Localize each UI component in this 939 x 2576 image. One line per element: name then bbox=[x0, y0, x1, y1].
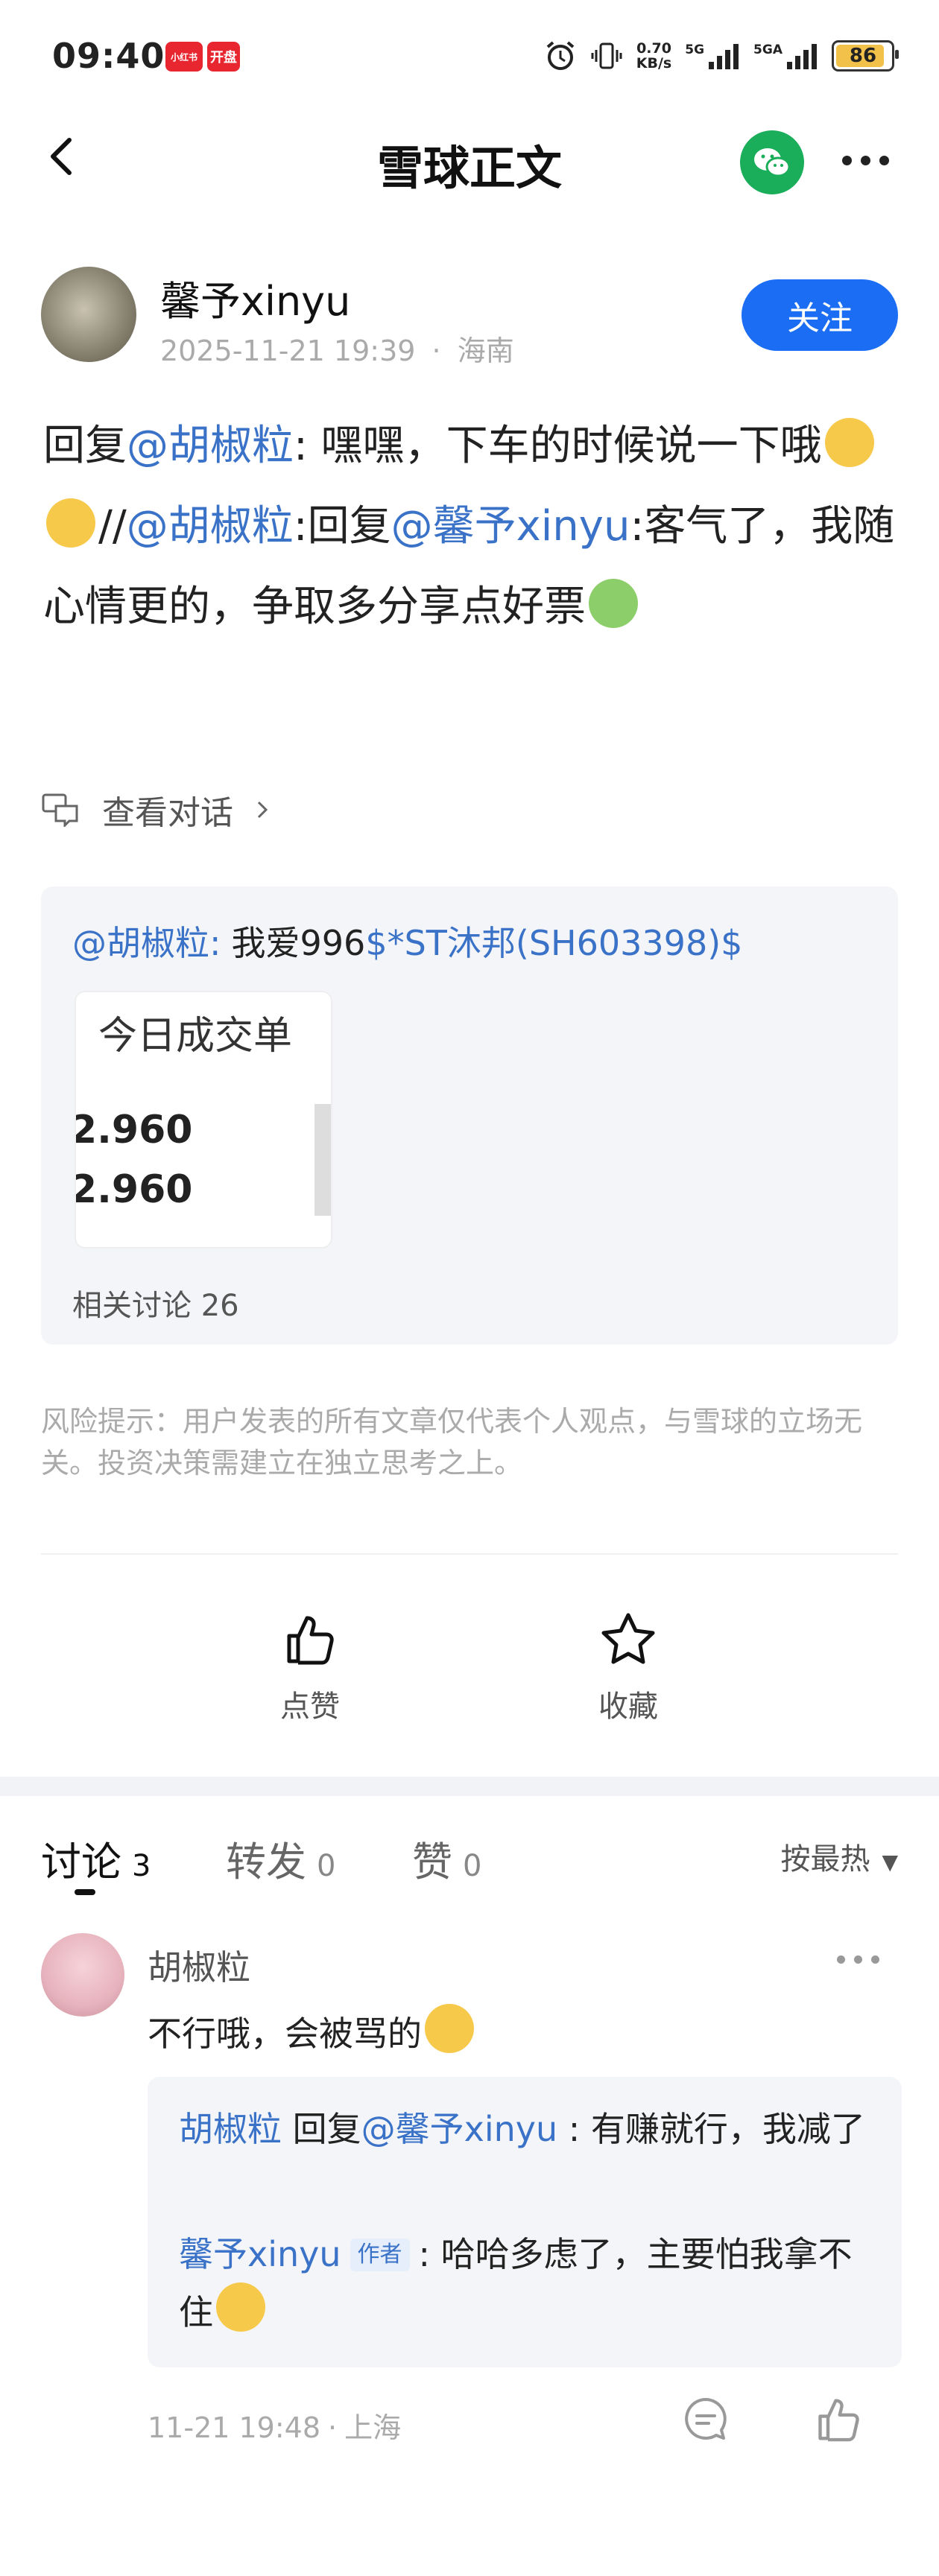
kaipan-badge-icon: 开盘 bbox=[207, 42, 240, 72]
vibrate-icon bbox=[591, 42, 622, 69]
post-text: // bbox=[98, 502, 127, 551]
stock-link[interactable]: $*ST沐邦(SH603398)$ bbox=[365, 923, 742, 963]
conversation-icon bbox=[42, 793, 78, 827]
tab-count: 3 bbox=[132, 1849, 151, 1883]
reply-text: : 有赚就行，我减了 bbox=[568, 2109, 865, 2149]
comment-body: 不行哦，会被骂的 bbox=[148, 2014, 422, 2054]
image-title: 今日成交单 bbox=[98, 1014, 293, 1059]
image-scrollbar bbox=[314, 1104, 331, 1216]
mention-link[interactable]: @馨予xinyu bbox=[391, 502, 630, 551]
reply-verb: 回复 bbox=[292, 2109, 361, 2149]
tab-label: 赞 bbox=[412, 1839, 452, 1885]
status-bar: 09:40 小红书 开盘 0.70 KB/s 5G 5GA 86 bbox=[0, 0, 939, 112]
sim2-label: 5GA bbox=[753, 42, 782, 57]
alarm-icon bbox=[546, 41, 575, 70]
image-row: 2.960 bbox=[75, 1167, 193, 1212]
tab-repost[interactable]: 转发 0 bbox=[226, 1829, 335, 1888]
follow-button[interactable]: 关注 bbox=[742, 279, 898, 351]
comment-reply-button[interactable] bbox=[682, 2395, 730, 2443]
commenter-name[interactable]: 胡椒粒 bbox=[148, 1941, 250, 1990]
comment-time: 11-21 19:48 bbox=[148, 2411, 321, 2444]
comment-meta: 11-21 19:48 · 上海 bbox=[148, 2411, 402, 2444]
post-date: 2025-11-21 19:39 bbox=[160, 334, 416, 367]
mention-link[interactable]: @胡椒粒 bbox=[127, 502, 294, 551]
quoted-colon: : bbox=[209, 923, 221, 963]
signal-bars-icon bbox=[709, 44, 739, 69]
xiaohongshu-badge-icon: 小红书 bbox=[165, 42, 203, 72]
network-speed: 0.70 KB/s bbox=[636, 41, 671, 71]
signal-1: 5G bbox=[685, 42, 740, 69]
related-discussions[interactable]: 相关讨论 26 bbox=[72, 1281, 239, 1325]
post-location: 海南 bbox=[457, 334, 514, 367]
section-separator bbox=[0, 1777, 939, 1796]
thumbs-up-icon bbox=[287, 1616, 334, 1665]
net-speed-value: 0.70 bbox=[636, 40, 671, 57]
tab-count: 0 bbox=[463, 1849, 482, 1883]
status-time: 09:40 bbox=[52, 36, 165, 76]
image-row: 2.960 bbox=[75, 1108, 193, 1152]
like-action-button[interactable]: 点赞 bbox=[235, 1609, 385, 1725]
star-icon bbox=[601, 1613, 655, 1664]
comment-location: 上海 bbox=[344, 2411, 402, 2444]
reply-user[interactable]: 馨予xinyu bbox=[179, 2234, 341, 2274]
favorite-label: 收藏 bbox=[598, 1690, 658, 1724]
quoted-image[interactable]: 今日成交单 2.960 2.960 bbox=[75, 991, 332, 1249]
reply-target[interactable]: @馨予xinyu bbox=[361, 2109, 558, 2149]
active-tab-indicator bbox=[75, 1889, 95, 1895]
laugh-cry-emoji-icon bbox=[216, 2282, 265, 2332]
post-meta: 2025-11-21 19:39 · 海南 bbox=[160, 334, 514, 367]
quoted-post-card[interactable]: @胡椒粒: 我爱996$*ST沐邦(SH603398)$ 今日成交单 2.960 … bbox=[41, 886, 898, 1345]
view-conversation-link[interactable]: 查看对话 bbox=[41, 786, 271, 834]
author-badge: 作者 bbox=[350, 2239, 410, 2271]
comment-icon bbox=[685, 2398, 727, 2440]
comment-text: 不行哦，会被骂的 bbox=[148, 2004, 477, 2056]
author-name[interactable]: 馨予xinyu bbox=[160, 268, 350, 327]
net-speed-unit: KB/s bbox=[636, 55, 672, 72]
doge-emoji-icon bbox=[425, 2004, 474, 2053]
like-label: 点赞 bbox=[280, 1690, 340, 1724]
tab-discussion[interactable]: 讨论 3 bbox=[41, 1829, 151, 1888]
quoted-text: 我爱996 bbox=[231, 923, 366, 963]
expressionless-emoji-icon bbox=[824, 418, 874, 467]
favorite-action-button[interactable]: 收藏 bbox=[554, 1609, 703, 1725]
comment-more-button[interactable] bbox=[837, 1955, 879, 1964]
post-text: :回复 bbox=[293, 502, 391, 551]
tab-count: 0 bbox=[317, 1849, 336, 1883]
tab-likes[interactable]: 赞0 bbox=[412, 1829, 481, 1888]
reply-user[interactable]: 胡椒粒 bbox=[179, 2109, 282, 2149]
caret-down-icon: ▼ bbox=[882, 1850, 898, 1874]
signal-bars-icon bbox=[787, 44, 817, 69]
reply-item[interactable]: 馨予xinyu 作者: 哈哈多虑了，主要怕我拿不住 bbox=[179, 2226, 879, 2341]
mention-link[interactable]: @胡椒粒 bbox=[127, 422, 294, 470]
reply-item[interactable]: 胡椒粒 回复@馨予xinyu : 有赚就行，我减了 bbox=[179, 2101, 879, 2157]
view-conversation-label: 查看对话 bbox=[102, 794, 233, 832]
post-body: 回复@胡椒粒: 嘿嘿，下车的时候说一下哦//@胡椒粒:回复@馨予xinyu:客气… bbox=[43, 406, 900, 647]
divider bbox=[41, 1553, 898, 1555]
commenter-avatar[interactable] bbox=[41, 1933, 124, 2017]
wechat-share-button[interactable] bbox=[740, 130, 804, 194]
battery-level: 86 bbox=[849, 45, 877, 67]
author-avatar[interactable] bbox=[41, 267, 136, 362]
quoted-mention[interactable]: @胡椒粒 bbox=[72, 923, 209, 963]
money-dog-emoji-icon bbox=[589, 579, 638, 628]
sim1-label: 5G bbox=[685, 42, 705, 57]
battery-icon: 86 bbox=[832, 40, 899, 72]
status-right: 0.70 KB/s 5G 5GA 86 bbox=[544, 37, 899, 74]
post-text: : 嘿嘿，下车的时候说一下哦 bbox=[294, 422, 822, 470]
sort-dropdown[interactable]: 按最热 ▼ bbox=[780, 1835, 898, 1878]
tab-label: 转发 bbox=[226, 1839, 306, 1885]
wechat-icon bbox=[754, 148, 791, 177]
more-options-button[interactable] bbox=[842, 149, 902, 171]
signal-2: 5GA bbox=[753, 42, 818, 69]
grin-emoji-icon bbox=[46, 498, 95, 548]
sort-label: 按最热 bbox=[780, 1842, 870, 1877]
thumbs-up-icon bbox=[818, 2399, 859, 2442]
post-text: 回复 bbox=[43, 422, 127, 470]
tab-label: 讨论 bbox=[41, 1839, 121, 1885]
risk-notice: 风险提示：用户发表的所有文章仅代表个人观点，与雪球的立场无关。投资决策需建立在独… bbox=[41, 1405, 863, 1479]
quoted-post-text: @胡椒粒: 我爱996$*ST沐邦(SH603398)$ bbox=[72, 916, 742, 965]
chevron-right-icon bbox=[257, 801, 268, 819]
replies-box[interactable]: 胡椒粒 回复@馨予xinyu : 有赚就行，我减了 馨予xinyu 作者: 哈哈多… bbox=[148, 2077, 902, 2367]
comment-like-button[interactable] bbox=[812, 2393, 864, 2445]
